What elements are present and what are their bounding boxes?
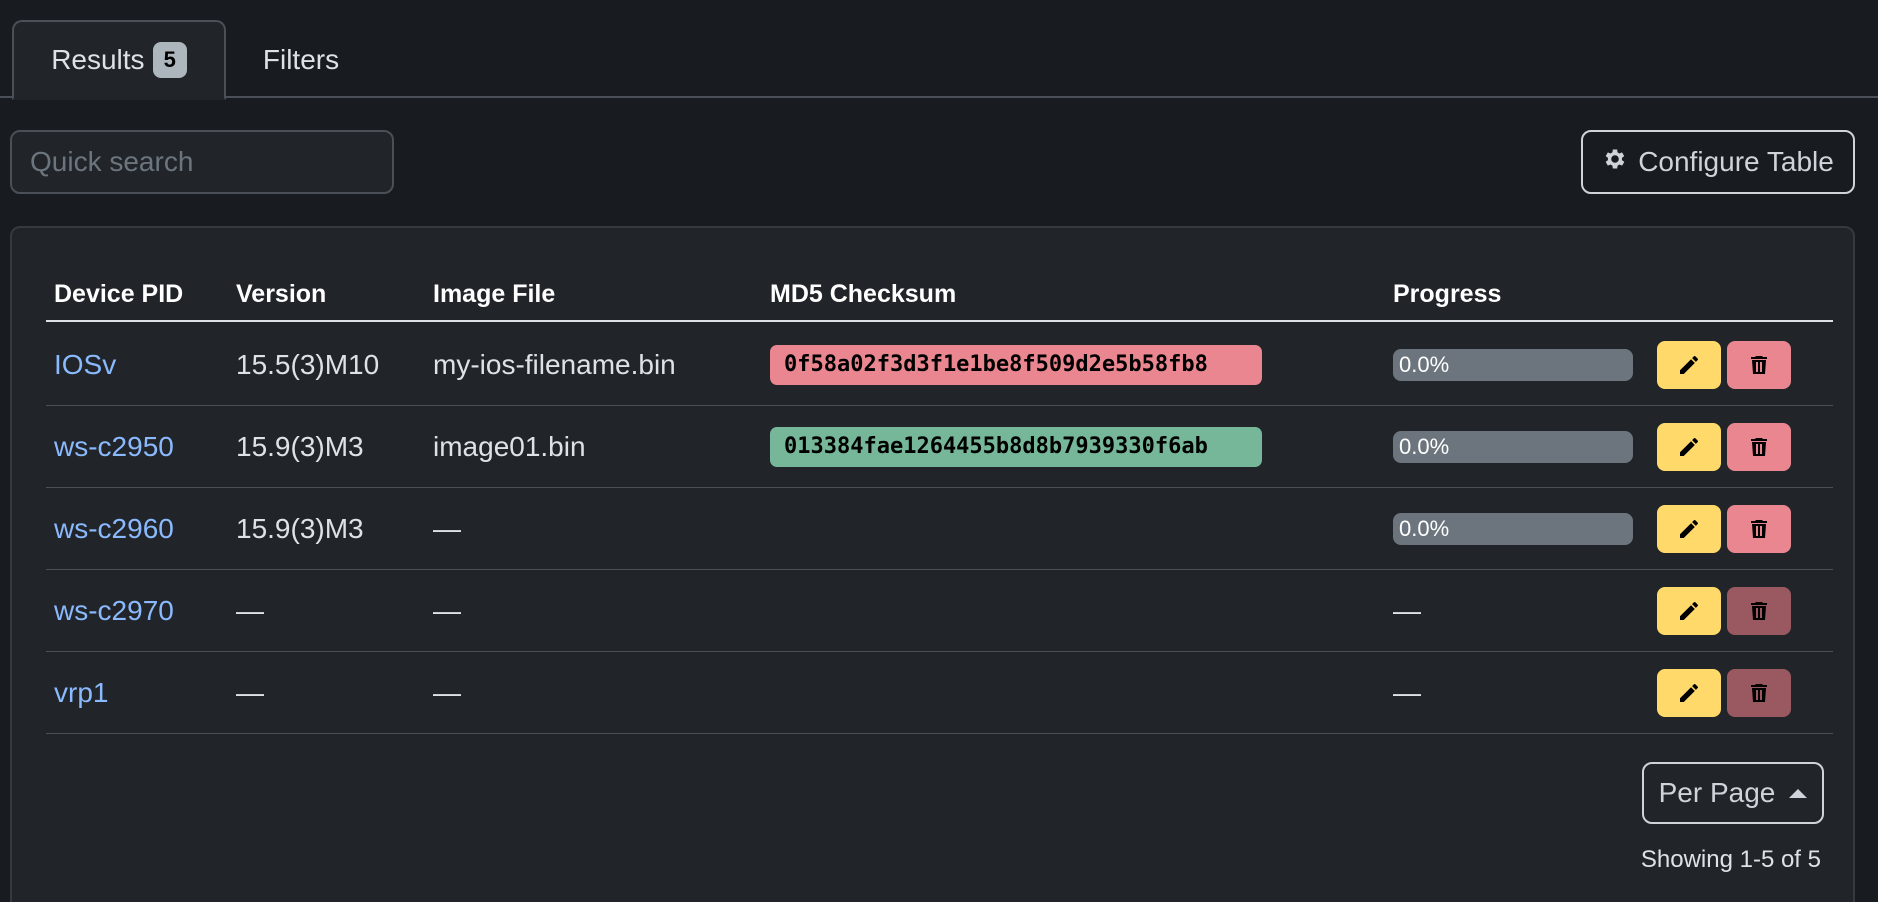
device-pid-link[interactable]: ws-c2950 (54, 406, 174, 487)
edit-button[interactable] (1657, 669, 1721, 717)
device-pid-link[interactable]: vrp1 (54, 652, 108, 733)
header-device-pid[interactable]: Device PID (54, 280, 183, 309)
pencil-icon (1677, 517, 1701, 541)
progress-text: 0.0% (1399, 433, 1450, 459)
configure-table-label: Configure Table (1638, 146, 1834, 177)
trash-icon (1747, 435, 1771, 459)
trash-icon (1747, 517, 1771, 541)
per-page-label: Per Page (1658, 777, 1776, 808)
edit-button[interactable] (1657, 341, 1721, 389)
edit-button[interactable] (1657, 587, 1721, 635)
configure-table-button[interactable]: Configure Table (1581, 130, 1855, 194)
delete-button[interactable] (1727, 341, 1791, 389)
gear-icon (1602, 146, 1628, 179)
tab-bar: Results 5 Filters (0, 0, 1878, 100)
progress-bar: 0.0% (1393, 512, 1633, 545)
table-row: ws-c2950 15.9(3)M3 image01.bin 013384fae126… (46, 406, 1833, 488)
table-row: vrp1 — — — (46, 652, 1833, 734)
header-version[interactable]: Version (236, 280, 326, 309)
md5-checksum-badge: 013384fae1264455b8d8b7939330f6ab (770, 426, 1262, 467)
quick-search-input[interactable] (10, 130, 394, 194)
header-progress[interactable]: Progress (1393, 280, 1501, 309)
header-md5-checksum[interactable]: MD5 Checksum (770, 280, 956, 309)
tab-results-label: Results (51, 44, 145, 75)
pencil-icon (1677, 599, 1701, 623)
device-pid-link[interactable]: ws-c2960 (54, 488, 174, 569)
table-row: ws-c2970 — — — (46, 570, 1833, 652)
image-file-cell: — (433, 512, 461, 544)
image-file-cell: image01.bin (433, 430, 586, 462)
delete-button[interactable] (1727, 505, 1791, 553)
trash-icon (1747, 681, 1771, 705)
device-pid-link[interactable]: ws-c2970 (54, 570, 174, 651)
pencil-icon (1677, 681, 1701, 705)
tab-filters-label: Filters (262, 44, 340, 75)
version-cell: — (236, 594, 264, 626)
progress-text: 0.0% (1399, 351, 1450, 377)
progress-text: 0.0% (1399, 515, 1450, 541)
image-file-cell: — (433, 676, 461, 708)
progress-cell: — (1393, 594, 1421, 626)
trash-icon (1747, 353, 1771, 377)
delete-button[interactable] (1727, 423, 1791, 471)
caret-up-icon (1789, 788, 1808, 798)
progress-cell: — (1393, 676, 1421, 708)
delete-button (1727, 669, 1791, 717)
tab-results[interactable]: Results 5 (12, 20, 226, 100)
md5-checksum-badge: 0f58a02f3d3f1e1be8f509d2e5b58fb8 (770, 344, 1262, 385)
progress-bar: 0.0% (1393, 430, 1633, 463)
per-page-dropdown[interactable]: Per Page (1642, 762, 1824, 824)
trash-icon (1747, 599, 1771, 623)
pencil-icon (1677, 435, 1701, 459)
progress-bar: 0.0% (1393, 348, 1633, 381)
image-file-cell: — (433, 594, 461, 626)
version-cell: — (236, 676, 264, 708)
header-image-file[interactable]: Image File (433, 280, 555, 309)
results-count-badge: 5 (152, 42, 187, 78)
tab-filters[interactable]: Filters (236, 20, 366, 100)
edit-button[interactable] (1657, 505, 1721, 553)
version-cell: 15.9(3)M3 (236, 430, 364, 462)
image-file-cell: my-ios-filename.bin (433, 348, 676, 380)
edit-button[interactable] (1657, 423, 1721, 471)
table-row: IOSv 15.5(3)M10 my-ios-filename.bin 0f58a02… (46, 324, 1833, 406)
pagination-summary: Showing 1-5 of 5 (1640, 846, 1821, 873)
device-pid-link[interactable]: IOSv (54, 324, 116, 405)
table-row: ws-c2960 15.9(3)M3 — 0.0% (46, 488, 1833, 570)
version-cell: 15.9(3)M3 (236, 512, 364, 544)
delete-button (1727, 587, 1791, 635)
pencil-icon (1677, 353, 1701, 377)
version-cell: 15.5(3)M10 (236, 348, 380, 380)
results-card: Device PID Version Image File MD5 Checks… (10, 226, 1855, 902)
table-header: Device PID Version Image File MD5 Checks… (46, 272, 1833, 322)
